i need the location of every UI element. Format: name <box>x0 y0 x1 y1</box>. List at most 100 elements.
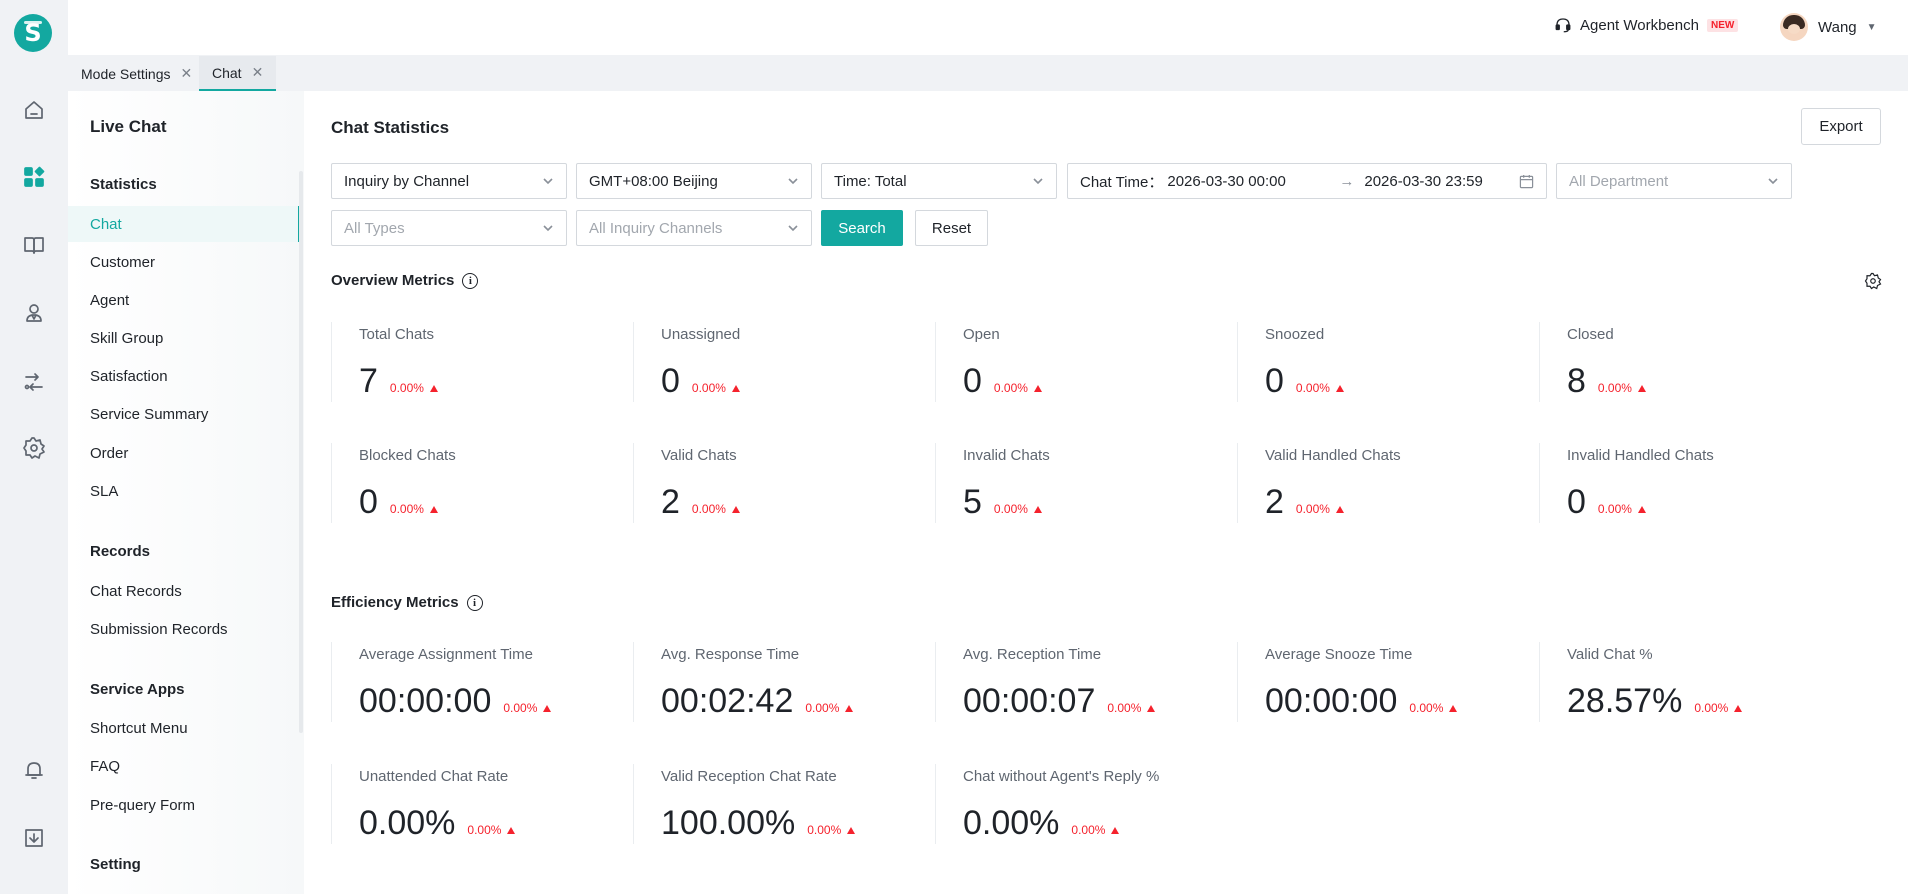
metric-label: Valid Handled Chats <box>1265 447 1401 464</box>
user-menu[interactable]: Wang ▼ <box>1780 13 1877 41</box>
metric-label: Valid Chat % <box>1567 646 1653 663</box>
metric-change-value: 0.00% <box>691 381 726 395</box>
metric-value: 00:02:42 <box>661 682 794 720</box>
metric-value-row: 0 0.00% <box>963 362 1042 401</box>
metric-card: Blocked Chats 0 0.00% <box>331 443 631 523</box>
chat-time-label: Chat Time： <box>1080 173 1164 191</box>
time-select[interactable]: Time: Total <box>821 163 1057 199</box>
metric-change: 0.00% <box>805 701 854 715</box>
page-title: Chat Statistics <box>331 118 450 137</box>
types-select[interactable]: All Types <box>331 210 567 246</box>
sidebar-item-agent[interactable]: Agent <box>68 282 300 318</box>
metric-card: Avg. Reception Time 00:00:07 0.00% <box>935 642 1235 722</box>
search-button[interactable]: Search <box>821 210 903 246</box>
user-name: Wang <box>1818 18 1857 36</box>
metric-value: 8 <box>1567 362 1586 400</box>
home-icon[interactable] <box>20 96 48 124</box>
close-icon[interactable]: ✕ <box>252 64 264 81</box>
sidebar-scrollbar[interactable] <box>299 171 303 733</box>
chevron-down-icon <box>1033 178 1043 185</box>
chat-time-end[interactable]: 2026-03-30 23:59 <box>1364 173 1514 190</box>
sidebar-item-chat[interactable]: Chat <box>68 206 300 242</box>
metric-label: Valid Chats <box>661 447 737 464</box>
download-icon[interactable] <box>20 824 48 852</box>
sidebar-item-satisfaction[interactable]: Satisfaction <box>68 358 300 394</box>
trend-up-icon <box>847 826 856 834</box>
metric-label: Closed <box>1567 326 1614 343</box>
metric-value: 100.00% <box>661 804 796 842</box>
export-button[interactable]: Export <box>1801 108 1881 145</box>
agent-workbench-label: Agent Workbench <box>1580 16 1699 34</box>
metric-card: Valid Reception Chat Rate 100.00% 0.00% <box>633 764 933 844</box>
close-icon[interactable]: ✕ <box>181 65 193 82</box>
sidebar-item-submission-records[interactable]: Submission Records <box>68 611 300 647</box>
metric-change: 0.00% <box>503 701 552 715</box>
metric-change: 0.00% <box>1071 823 1120 837</box>
sidebar-item-shortcut-menu[interactable]: Shortcut Menu <box>68 710 300 746</box>
apps-icon[interactable] <box>20 163 48 191</box>
range-arrow-icon: → <box>1339 172 1355 190</box>
metric-change: 0.00% <box>1296 502 1344 516</box>
reset-button[interactable]: Reset <box>915 210 988 246</box>
efficiency-metrics-title: Efficiency Metrics i <box>331 594 483 611</box>
sidebar-item-sla[interactable]: SLA <box>68 473 300 509</box>
inquiry-select[interactable]: Inquiry by Channel <box>331 163 567 199</box>
route-icon[interactable] <box>20 368 48 396</box>
metric-value: 0 <box>359 483 378 521</box>
metric-value-row: 2 0.00% <box>661 483 740 522</box>
metric-card: Valid Handled Chats 2 0.00% <box>1237 443 1537 523</box>
chevron-down-icon <box>788 225 798 232</box>
metric-value: 00:00:00 <box>1265 682 1398 720</box>
section-setting: Setting <box>90 856 141 873</box>
metric-value-row: 0 0.00% <box>1567 483 1646 522</box>
metric-label: Average Assignment Time <box>359 646 533 663</box>
trend-up-icon <box>1111 826 1120 834</box>
sidebar-item-prequery-form[interactable]: Pre-query Form <box>68 787 300 823</box>
sidebar-item-order[interactable]: Order <box>68 435 300 471</box>
metric-value: 0.00% <box>963 804 1060 842</box>
department-select[interactable]: All Department <box>1556 163 1792 199</box>
sidebar-item-chat-records[interactable]: Chat Records <box>68 573 300 609</box>
new-badge: NEW <box>1706 18 1739 32</box>
tab-chat[interactable]: Chat ✕ <box>199 56 277 91</box>
metric-value: 0.00% <box>359 804 456 842</box>
bell-icon[interactable] <box>20 756 48 784</box>
sidebar-item-skill-group[interactable]: Skill Group <box>68 320 300 356</box>
metric-card: Average Snooze Time 00:00:00 0.00% <box>1237 642 1537 722</box>
metric-change-value: 0.00% <box>389 502 424 516</box>
tab-mode-settings[interactable]: Mode Settings ✕ <box>68 56 205 91</box>
metric-label: Blocked Chats <box>359 447 456 464</box>
chat-time-start[interactable]: 2026-03-30 00:00 <box>1167 173 1317 190</box>
chat-time-range[interactable]: Chat Time： 2026-03-30 00:00 → 2026-03-30… <box>1067 163 1547 199</box>
sidebar-item-faq[interactable]: FAQ <box>68 748 300 784</box>
chevron-down-icon <box>543 178 553 185</box>
metric-change-value: 0.00% <box>691 502 726 516</box>
trend-up-icon <box>543 704 552 712</box>
section-statistics: Statistics <box>90 176 157 193</box>
sidebar-item-service-summary[interactable]: Service Summary <box>68 396 300 432</box>
department-select-value: All Department <box>1569 172 1669 190</box>
metric-change-value: 0.00% <box>1295 381 1330 395</box>
metrics-settings-gear-icon[interactable] <box>1864 272 1882 290</box>
metric-value: 2 <box>1265 483 1284 521</box>
gear-icon[interactable] <box>20 434 48 462</box>
trend-up-icon <box>1637 505 1646 513</box>
metric-label: Open <box>963 326 1000 343</box>
inquiry-channels-select[interactable]: All Inquiry Channels <box>576 210 812 246</box>
calendar-icon <box>1519 174 1534 188</box>
sidebar-item-customer[interactable]: Customer <box>68 244 300 280</box>
info-icon[interactable]: i <box>466 594 483 611</box>
timezone-select[interactable]: GMT+08:00 Beijing <box>576 163 812 199</box>
tabs-bar: Mode Settings ✕ Chat ✕ <box>68 55 1908 91</box>
timezone-select-value: GMT+08:00 Beijing <box>589 172 718 190</box>
agent-workbench-link[interactable]: Agent Workbench NEW <box>1554 16 1739 34</box>
agent-icon[interactable] <box>20 299 48 327</box>
book-icon[interactable] <box>20 231 48 259</box>
avatar <box>1780 13 1808 41</box>
chevron-down-icon <box>543 225 553 232</box>
info-icon[interactable]: i <box>462 272 479 289</box>
app-logo[interactable]: S <box>14 14 52 52</box>
metric-card: Avg. Response Time 00:02:42 0.00% <box>633 642 933 722</box>
metric-change-value: 0.00% <box>807 823 842 837</box>
trend-up-icon <box>1335 384 1344 392</box>
